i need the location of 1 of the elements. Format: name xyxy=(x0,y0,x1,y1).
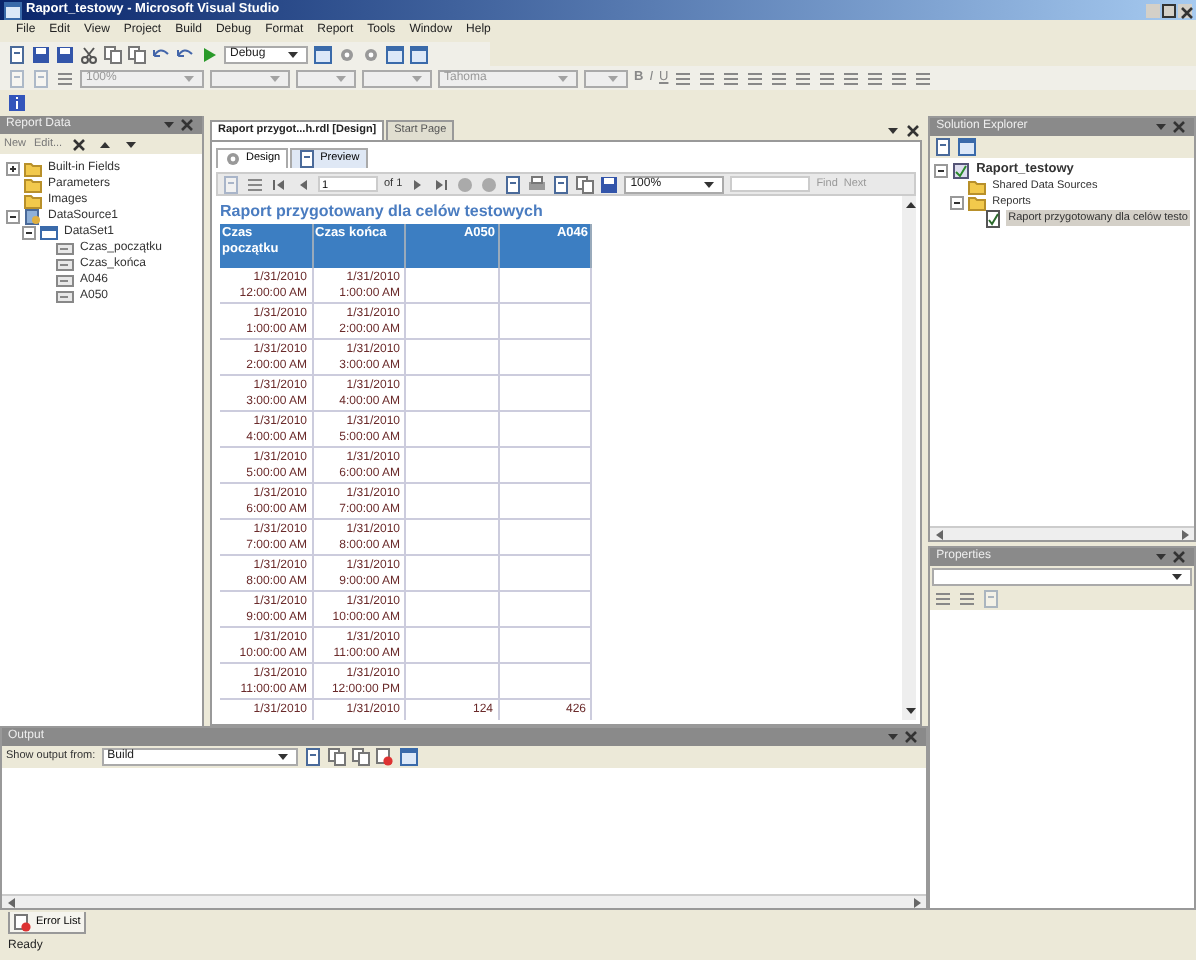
report-title: Raport przygotowany dla celów testowych xyxy=(220,200,545,224)
